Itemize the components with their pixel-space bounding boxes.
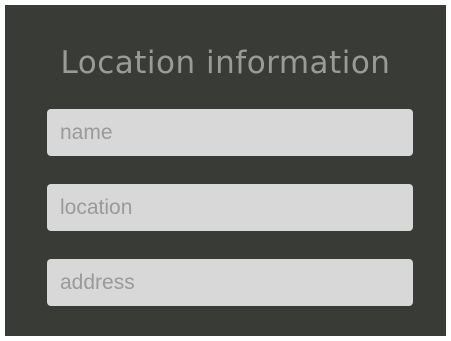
- location-form-panel: Location information: [5, 5, 446, 336]
- location-input[interactable]: [47, 184, 413, 231]
- form-title: Location information: [60, 45, 391, 81]
- name-input[interactable]: [47, 109, 413, 156]
- address-input[interactable]: [47, 259, 413, 306]
